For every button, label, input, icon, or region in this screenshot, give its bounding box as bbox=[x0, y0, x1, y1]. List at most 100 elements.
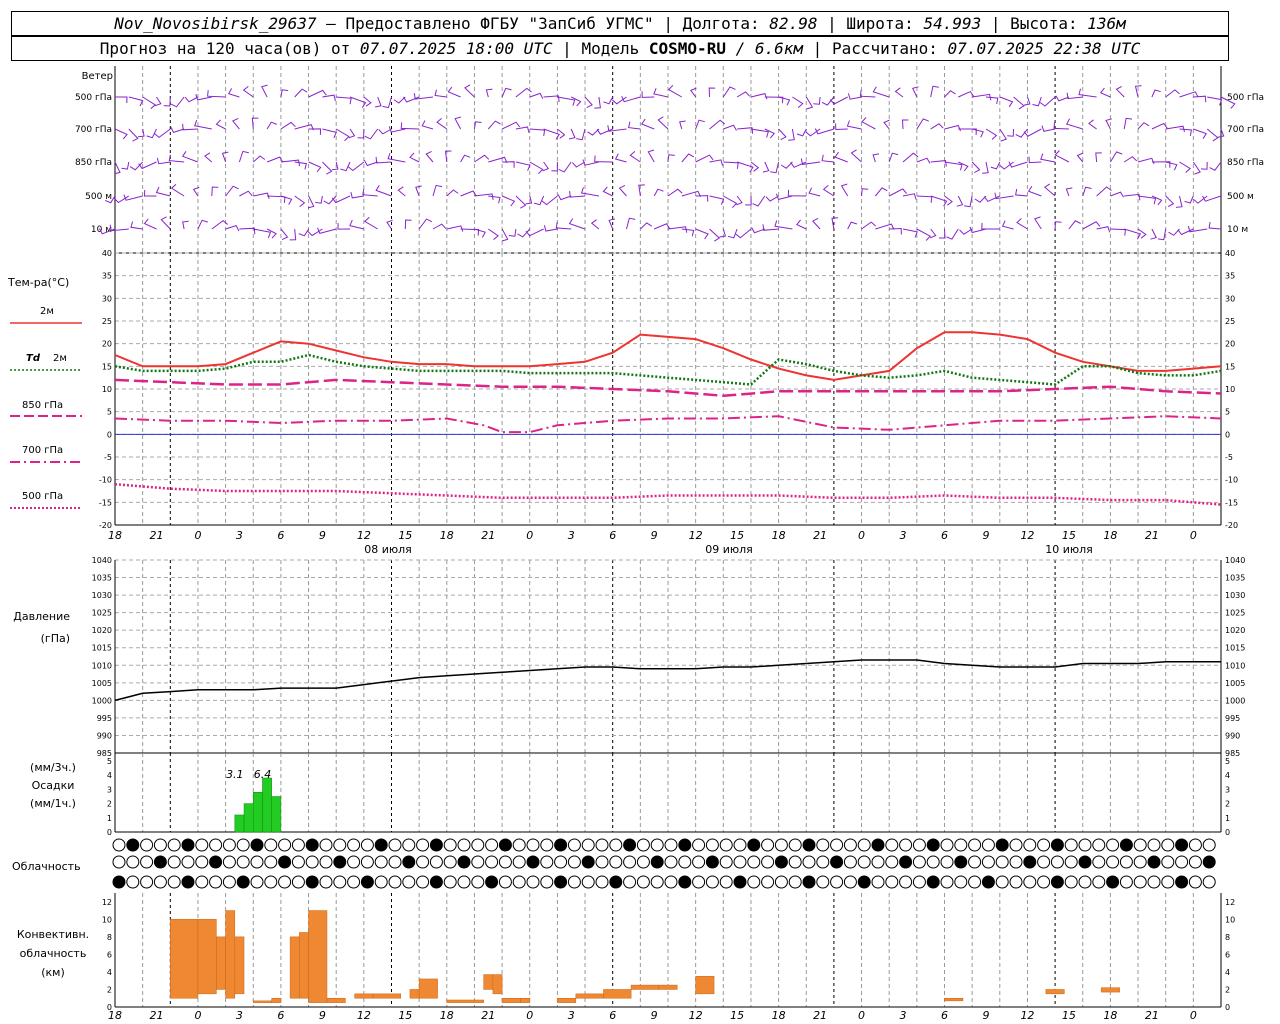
wind-title: Ветер bbox=[82, 71, 113, 82]
y-tick-label-right: 12 bbox=[1225, 898, 1235, 907]
cloud-symbol bbox=[1009, 838, 1023, 852]
cloud-symbol bbox=[705, 855, 719, 869]
wind-barb bbox=[1040, 153, 1056, 163]
wind-barb bbox=[847, 221, 858, 230]
cloud-symbol bbox=[595, 875, 609, 889]
cloud-symbol bbox=[609, 855, 623, 869]
cloud-symbol bbox=[209, 838, 223, 852]
y-tick-label-right: 1040 bbox=[1225, 556, 1245, 565]
wind-barb bbox=[464, 84, 475, 98]
wind-barb bbox=[501, 121, 521, 130]
cloud-symbol bbox=[761, 875, 775, 889]
wind-barb bbox=[982, 161, 989, 174]
cloud-symbol bbox=[250, 855, 264, 869]
cloud-symbol bbox=[388, 855, 402, 869]
cloud-symbol bbox=[1147, 855, 1161, 869]
wind-barb bbox=[1043, 183, 1056, 197]
wind-barb bbox=[695, 154, 714, 163]
y-tick-label-right: 0 bbox=[1225, 828, 1230, 837]
wind-panel: 500 гПа 500 гПа 700 гПа 700 гПа 850 гПа 850 г… bbox=[75, 66, 1264, 254]
y-tick-label-right: 10 bbox=[1225, 915, 1235, 924]
y-tick-label-right: 1015 bbox=[1225, 644, 1245, 653]
wind-barb bbox=[657, 116, 669, 130]
legend-850-label: 850 гПа bbox=[22, 400, 63, 411]
wind-level-label: 500 м bbox=[85, 192, 112, 202]
cloud-symbol bbox=[871, 838, 885, 852]
cloud-symbol bbox=[1147, 838, 1161, 852]
cloud-symbol bbox=[526, 855, 540, 869]
x-tick-label-bottom: 12 bbox=[689, 1009, 703, 1022]
wind-barb bbox=[298, 228, 310, 237]
precip-1h: (мм/1ч.) bbox=[30, 797, 76, 810]
cloud-symbol bbox=[1009, 855, 1023, 869]
y-tick-label-right: 5 bbox=[1225, 757, 1230, 766]
cloud-symbol bbox=[1078, 855, 1092, 869]
x-tick-label: 0 bbox=[526, 529, 533, 542]
cloud-symbol bbox=[1119, 838, 1133, 852]
wind-barb bbox=[114, 128, 128, 140]
x-tick-label-bottom: 18 bbox=[108, 1009, 122, 1022]
wind-barb bbox=[778, 128, 787, 141]
x-tick-label-bottom: 0 bbox=[858, 1009, 865, 1022]
wind-barb bbox=[822, 185, 835, 197]
cloud-symbol bbox=[1023, 838, 1037, 852]
wind-barb bbox=[846, 120, 862, 130]
cloud-symbol bbox=[1147, 875, 1161, 889]
y-tick-label-right: -10 bbox=[1225, 476, 1238, 485]
cloud-symbol bbox=[526, 875, 540, 889]
plots: 500 гПа 500 гПа 700 гПа 700 гПа 850 гПа 850 г… bbox=[75, 66, 1264, 1022]
wind-barb bbox=[115, 96, 128, 104]
wind-barb bbox=[322, 94, 336, 102]
wind-barb bbox=[156, 157, 171, 165]
wind-barb bbox=[533, 195, 545, 206]
x-tick-label: 3 bbox=[568, 529, 575, 542]
cloud-symbol bbox=[305, 838, 319, 852]
conv-bar bbox=[492, 974, 503, 995]
wind-barb bbox=[956, 195, 964, 207]
x-tick-label: 6 bbox=[277, 529, 284, 542]
wind-barb bbox=[1095, 152, 1102, 163]
wind-level-label-right: 500 м bbox=[1227, 192, 1254, 202]
wind-barb bbox=[347, 161, 365, 172]
cloud-symbol bbox=[167, 855, 181, 869]
wind-barb bbox=[1027, 185, 1042, 197]
wind-barb bbox=[762, 161, 770, 173]
cloud-symbol bbox=[1161, 855, 1175, 869]
cloud-symbol bbox=[360, 855, 374, 869]
cloud-symbol bbox=[250, 838, 264, 852]
cloud-symbol bbox=[871, 855, 885, 869]
cloud-symbol bbox=[609, 875, 623, 889]
cloud-symbol bbox=[443, 838, 457, 852]
wind-barb bbox=[474, 154, 490, 163]
legend-2m-label: 2м bbox=[40, 306, 54, 317]
cloud-symbol bbox=[816, 855, 830, 869]
x-tick-label-bottom: 18 bbox=[440, 1009, 454, 1022]
wind-barb bbox=[930, 123, 944, 130]
wind-barb bbox=[695, 119, 705, 130]
x-tick-label-bottom: 0 bbox=[194, 1009, 201, 1022]
cloud-panel bbox=[112, 838, 1216, 889]
wind-barb bbox=[425, 150, 434, 163]
wind-barb bbox=[529, 92, 544, 99]
x-tick-label: 18 bbox=[108, 529, 122, 542]
date-label: 09 июля bbox=[705, 543, 753, 556]
wind-barb bbox=[944, 90, 956, 98]
wind-labels: Ветер bbox=[82, 71, 113, 82]
conv-bar bbox=[234, 936, 245, 995]
wind-barb bbox=[590, 219, 600, 230]
cloud-symbol bbox=[264, 875, 278, 889]
cloud-symbol bbox=[429, 855, 443, 869]
wind-barb bbox=[667, 188, 683, 197]
wind-barb bbox=[474, 228, 486, 238]
precip-annotation: 6.4 bbox=[254, 768, 272, 781]
y-tick-label: 2 bbox=[107, 800, 112, 809]
wind-barb bbox=[138, 128, 145, 138]
wind-barb bbox=[308, 89, 327, 98]
wind-barb bbox=[889, 227, 902, 235]
convective-panel: 12 12 10 10 8 8 6 6 4 4 2 2 0 0 18 21 0 3 6 9 12 15 18 21 0 3 6 9 12… bbox=[102, 893, 1235, 1022]
cloud-symbol bbox=[319, 855, 333, 869]
cloud-symbol bbox=[581, 875, 595, 889]
cloud-symbol bbox=[457, 838, 471, 852]
conv-bar bbox=[1100, 987, 1120, 993]
cloud-symbol bbox=[416, 838, 430, 852]
